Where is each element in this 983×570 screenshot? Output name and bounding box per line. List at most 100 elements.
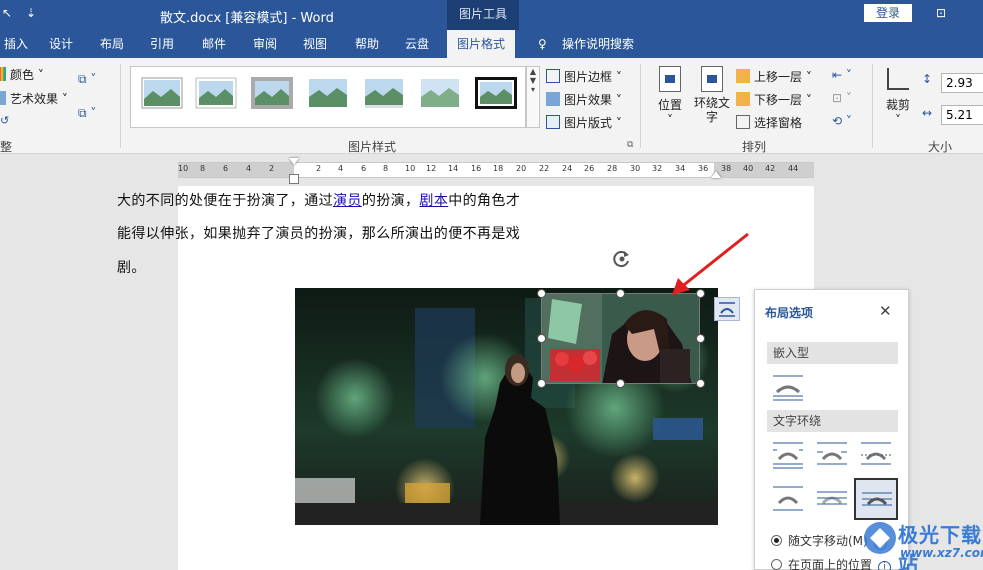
indent-marker[interactable] [289, 158, 299, 165]
behind-text-icon [817, 491, 847, 505]
inset-picture[interactable] [541, 293, 700, 384]
title-bar: ↖ ⇣ 散文.docx [兼容模式] - Word 图片工具 登录 ⊡ [0, 0, 983, 30]
style-thumb-4[interactable] [307, 77, 349, 109]
style-thumb-2[interactable] [195, 77, 237, 109]
effects-icon [546, 92, 560, 106]
through-wrap-icon [861, 442, 891, 465]
wrap-top-bottom-option[interactable] [771, 484, 805, 514]
wrap-tight-option[interactable] [815, 440, 849, 470]
inline-section-header: 嵌入型 [767, 342, 898, 364]
art-effects-button[interactable]: 艺术效果 ˅ [0, 90, 68, 107]
color-button[interactable]: 颜色 ˅ [0, 66, 44, 83]
tab-view[interactable]: 视图 [299, 30, 331, 58]
ruler-tick: 24 [562, 164, 573, 173]
tab-review[interactable]: 审阅 [249, 30, 281, 58]
ruler-tick: 28 [607, 164, 618, 173]
position-button[interactable]: 位置 ˅ [656, 66, 684, 127]
size-group-label: 大小 [928, 140, 953, 154]
in-front-text-icon [862, 492, 892, 506]
resize-handle[interactable] [696, 379, 705, 388]
wrap-behind-option[interactable] [815, 484, 849, 514]
color-icon [0, 67, 6, 81]
bring-forward-button[interactable]: 上移一层 ˅ [736, 68, 812, 85]
lightbulb-icon: ♀ [538, 37, 547, 51]
height-input[interactable]: 2.93 [941, 73, 983, 93]
ruler-tick: 18 [493, 164, 504, 173]
compress-pictures-icon[interactable]: ⧉ ˅ [78, 72, 96, 87]
watermark-name: 极光下载站 [898, 523, 982, 570]
quick-access-dropdown-icon[interactable]: ⇣ [26, 6, 36, 20]
rotate-icon[interactable]: ⟲ ˅ [832, 114, 852, 128]
style-thumb-3[interactable] [251, 77, 293, 109]
align-icon[interactable]: ⇤ ˅ [832, 68, 852, 82]
tab-design[interactable]: 设计 [45, 30, 77, 58]
picture-styles-group-label: 图片样式 [348, 140, 397, 154]
divider [640, 64, 641, 148]
radio-selected-icon [771, 535, 782, 546]
tell-me-search[interactable]: 操作说明搜索 [558, 30, 638, 58]
ribbon-display-icon[interactable]: ⊡ [936, 6, 946, 20]
wrap-through-option[interactable] [859, 440, 893, 470]
tab-insert[interactable]: 插入 [0, 30, 32, 58]
wrap-inline-option[interactable] [771, 372, 805, 402]
resize-handle[interactable] [537, 289, 546, 298]
paragraph-line-3[interactable]: 剧。 [117, 257, 146, 277]
style-thumb-1[interactable] [141, 77, 183, 109]
picture-effects-button[interactable]: 图片效果 ˅ [546, 91, 622, 108]
tab-cloud[interactable]: 云盘 [401, 30, 433, 58]
ruler-tick: 22 [539, 164, 550, 173]
radio-unselected-icon [771, 559, 782, 570]
wrap-text-button[interactable]: 环绕文字 [692, 66, 732, 124]
tab-mailings[interactable]: 邮件 [198, 30, 230, 58]
tight-wrap-icon [817, 442, 847, 465]
ruler-tick: 12 [426, 164, 437, 173]
indent-marker[interactable] [289, 174, 299, 184]
tab-help[interactable]: 帮助 [351, 30, 383, 58]
login-button[interactable]: 登录 [864, 4, 912, 22]
rotate-handle-icon[interactable] [612, 249, 632, 269]
resize-handle[interactable] [537, 379, 546, 388]
resize-handle[interactable] [616, 379, 625, 388]
tab-layout[interactable]: 布局 [96, 30, 128, 58]
link-actor[interactable]: 演员 [333, 193, 362, 209]
crop-button[interactable]: 裁剪 ˅ [882, 68, 914, 127]
style-thumb-7[interactable] [475, 77, 517, 109]
resize-handle[interactable] [537, 334, 546, 343]
picture-style-icon [365, 79, 403, 108]
gallery-scroll[interactable]: ▲ ▼ ▾ [526, 66, 540, 128]
selection-pane-button[interactable]: 选择窗格 [736, 114, 802, 131]
close-icon[interactable]: ✕ [879, 302, 892, 320]
ruler-tick: 36 [698, 164, 709, 173]
wrap-square-option[interactable] [771, 440, 805, 470]
adjust-group-label: 整 [0, 140, 13, 154]
ruler-tick: 44 [788, 164, 799, 173]
ruler-left-margin [178, 163, 294, 177]
style-thumb-5[interactable] [363, 77, 405, 109]
reset-icon[interactable]: ↺ [0, 114, 9, 127]
link-script[interactable]: 剧本 [419, 193, 448, 209]
style-thumb-6[interactable] [419, 77, 461, 109]
change-picture-icon[interactable]: ⧉ ˅ [78, 106, 96, 121]
picture-border-button[interactable]: 图片边框 ˅ [546, 68, 622, 85]
layout-options-icon [719, 302, 735, 317]
resize-handle[interactable] [696, 334, 705, 343]
layout-options-button[interactable] [714, 297, 740, 321]
group-icon[interactable]: ⊡ ˅ [832, 91, 852, 105]
paragraph-line-2[interactable]: 能得以伸张，如果抛弃了演员的扮演，那么所演出的便不再是戏 [117, 223, 520, 243]
tab-picture-format[interactable]: 图片格式 [447, 30, 516, 58]
picture-layout-button[interactable]: 图片版式 ˅ [546, 114, 622, 131]
wrap-in-front-option[interactable] [854, 478, 898, 520]
crop-icon [887, 68, 909, 90]
send-backward-button[interactable]: 下移一层 ˅ [736, 91, 812, 108]
tab-references[interactable]: 引用 [146, 30, 178, 58]
send-backward-icon [736, 92, 750, 106]
ruler-tick: 4 [246, 164, 252, 173]
art-effects-icon [0, 91, 6, 105]
wrap-text-icon [701, 66, 723, 92]
paragraph-line-1[interactable]: 大的不同的处便在于扮演了，通过演员的扮演，剧本中的角色才 [117, 190, 520, 210]
resize-handle[interactable] [616, 289, 625, 298]
right-indent-marker[interactable] [711, 171, 721, 178]
dialog-launcher-icon[interactable]: ⧉ [627, 140, 633, 150]
position-icon [659, 66, 681, 92]
width-input[interactable]: 5.21 [941, 105, 983, 125]
